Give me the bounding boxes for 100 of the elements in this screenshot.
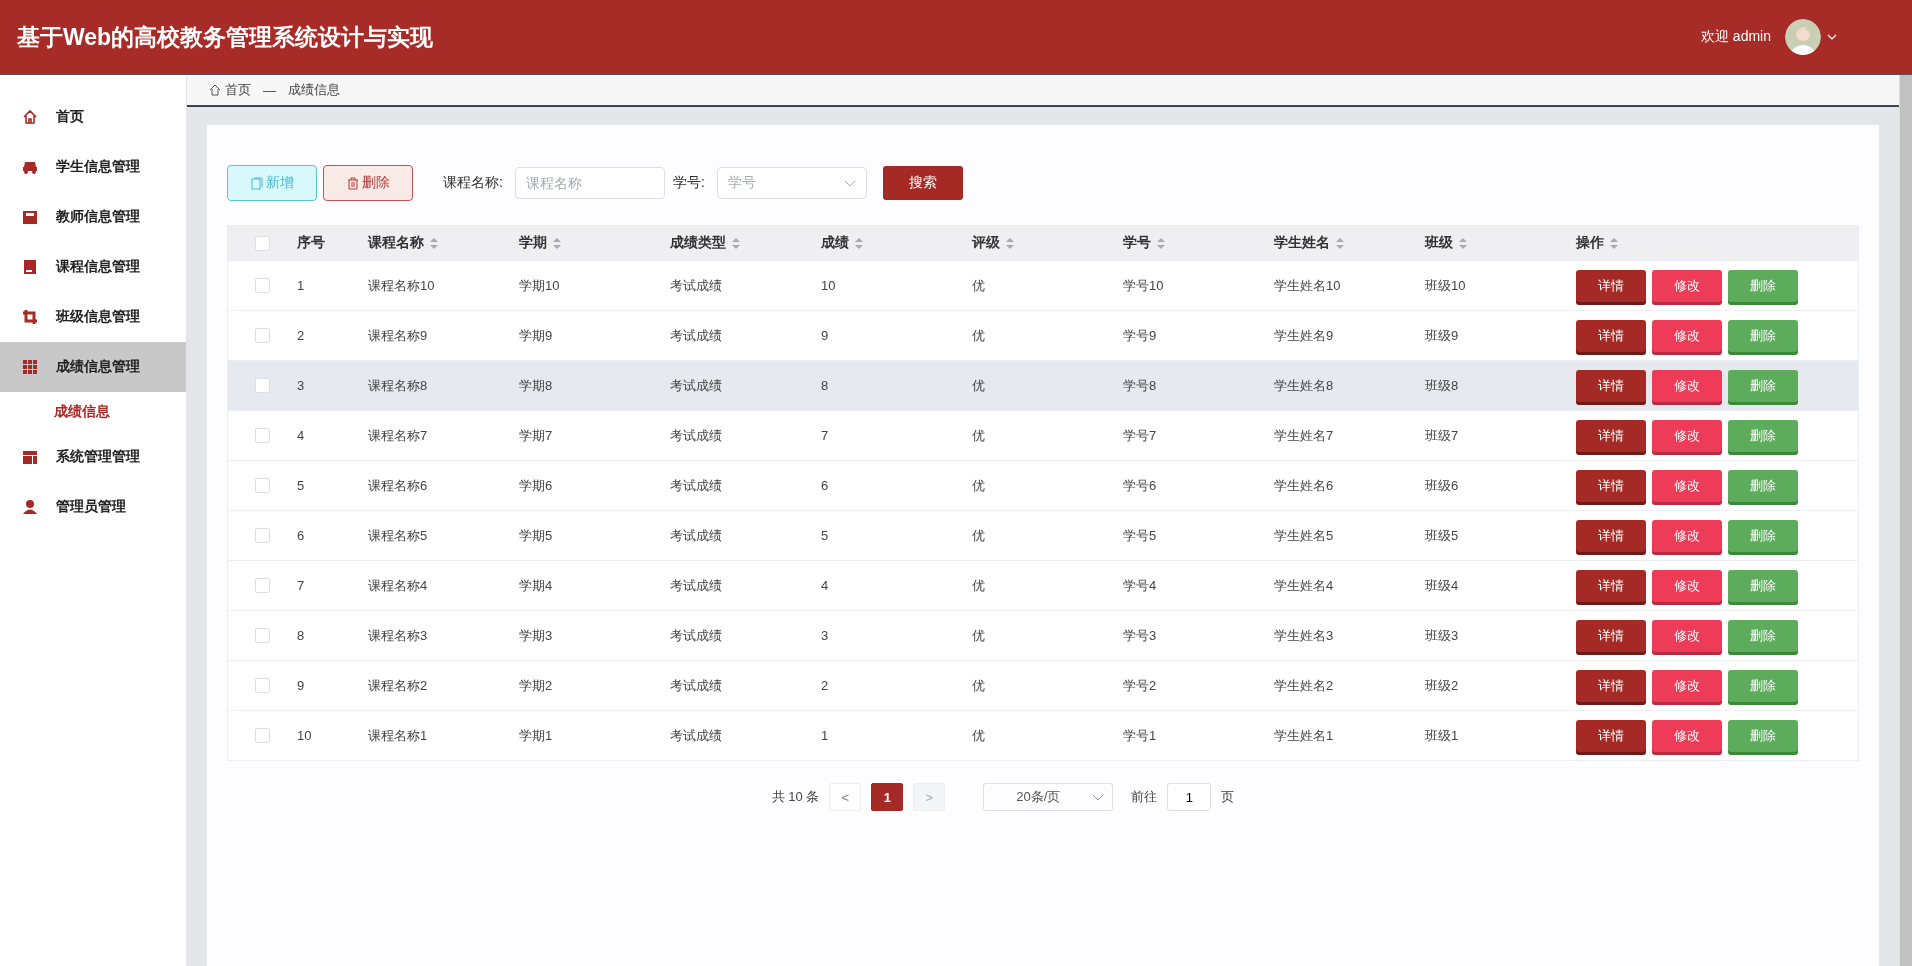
field-label: 学号: <box>672 174 705 192</box>
sort-icon[interactable] <box>1336 237 1344 249</box>
prev-page-button[interactable]: < <box>829 783 862 811</box>
column-header[interactable]: 班级 <box>1423 234 1574 252</box>
avatar-icon[interactable] <box>1785 19 1821 55</box>
table-cell: 10 <box>297 728 312 743</box>
detail-button[interactable]: 详情 <box>1576 369 1646 402</box>
checkbox[interactable] <box>255 578 270 593</box>
table-cell: 学期4 <box>519 576 553 595</box>
caret-icon[interactable] <box>1827 34 1837 40</box>
table-cell: 8 <box>821 378 829 393</box>
table-cell: 班级4 <box>1425 576 1459 595</box>
edit-button[interactable]: 修改 <box>1652 719 1722 752</box>
table-cell: 课程名称4 <box>368 576 428 595</box>
table-cell: 学号5 <box>1123 526 1157 545</box>
edit-button[interactable]: 修改 <box>1652 469 1722 502</box>
sidebar-item[interactable]: 课程信息管理 <box>0 242 186 292</box>
sidebar-item[interactable]: 成绩信息管理 <box>0 342 186 392</box>
detail-button[interactable]: 详情 <box>1576 319 1646 352</box>
table-cell: 1 <box>297 278 305 293</box>
column-header[interactable]: 学生姓名 <box>1272 234 1423 252</box>
edit-button[interactable]: 修改 <box>1652 619 1722 652</box>
detail-button[interactable]: 详情 <box>1576 719 1646 752</box>
table-cell: 学期5 <box>519 526 553 545</box>
sidebar-item[interactable]: 教师信息管理 <box>0 192 186 242</box>
detail-button[interactable]: 详情 <box>1576 419 1646 452</box>
checkbox[interactable] <box>255 728 270 743</box>
welcome-text: 欢迎 admin <box>1700 28 1771 46</box>
edit-button[interactable]: 修改 <box>1652 519 1722 552</box>
table-cell: 学期2 <box>519 676 553 695</box>
page-input[interactable]: 1 <box>1167 783 1212 811</box>
table-cell: 6 <box>297 528 305 543</box>
sort-icon[interactable] <box>855 237 863 249</box>
checkbox[interactable] <box>255 278 270 293</box>
detail-button[interactable]: 详情 <box>1576 619 1646 652</box>
table-cell: 课程名称6 <box>368 476 428 495</box>
table-cell: 学期1 <box>519 726 553 745</box>
grid-icon <box>22 359 38 375</box>
edit-button[interactable]: 修改 <box>1652 669 1722 702</box>
table-cell: 学号2 <box>1123 676 1157 695</box>
detail-button[interactable]: 详情 <box>1576 669 1646 702</box>
delete-button[interactable]: 删除 <box>323 165 413 201</box>
table-cell: 学期10 <box>519 276 560 295</box>
search-button[interactable]: 搜索 <box>882 166 963 200</box>
sidebar-item[interactable]: 管理员管理 <box>0 482 186 532</box>
checkbox[interactable] <box>255 628 270 643</box>
detail-button[interactable]: 详情 <box>1576 519 1646 552</box>
breadcrumb-link[interactable]: 首页 <box>225 81 251 99</box>
page-number[interactable]: 1 <box>871 783 904 811</box>
sort-icon[interactable] <box>1006 237 1014 249</box>
table-cell: 10 <box>821 278 836 293</box>
sort-icon[interactable] <box>1459 237 1467 249</box>
course-name-field[interactable]: 课程名称 <box>514 167 665 199</box>
edit-button[interactable]: 修改 <box>1652 269 1722 302</box>
submenu-item[interactable]: 成绩信息 <box>0 392 186 432</box>
crop-icon <box>22 309 38 325</box>
sort-icon[interactable] <box>430 237 438 249</box>
sidebar-item[interactable]: 系统管理管理 <box>0 432 186 482</box>
table-cell: 班级8 <box>1425 376 1459 395</box>
table-cell: 考试成绩 <box>670 726 722 745</box>
table-cell: 3 <box>821 628 829 643</box>
trash-icon <box>346 176 359 190</box>
scrollbar[interactable] <box>1899 75 1912 966</box>
sort-icon[interactable] <box>1157 237 1165 249</box>
field-label: 课程名称: <box>443 174 503 192</box>
checkbox[interactable] <box>255 328 270 343</box>
sidebar-item[interactable]: 班级信息管理 <box>0 292 186 342</box>
column-header[interactable]: 操作 <box>1574 234 1858 252</box>
detail-button[interactable]: 详情 <box>1576 569 1646 602</box>
column-header[interactable]: 学号 <box>1121 234 1272 252</box>
sidebar-item[interactable]: 首页 <box>0 92 186 142</box>
checkbox[interactable] <box>255 678 270 693</box>
table-cell: 课程名称2 <box>368 676 428 695</box>
checkbox[interactable] <box>255 378 270 393</box>
page-size-select[interactable]: 20条/页 <box>983 783 1114 811</box>
edit-button[interactable]: 修改 <box>1652 419 1722 452</box>
checkbox[interactable] <box>255 528 270 543</box>
checkbox[interactable] <box>255 235 270 251</box>
checkbox[interactable] <box>255 428 270 443</box>
table-cell: 考试成绩 <box>670 626 722 645</box>
column-header[interactable]: 成绩 <box>819 234 970 252</box>
column-header[interactable]: 学期 <box>517 234 668 252</box>
table-cell: 学生姓名3 <box>1274 626 1334 645</box>
edit-button[interactable]: 修改 <box>1652 569 1722 602</box>
sidebar-item[interactable]: 学生信息管理 <box>0 142 186 192</box>
sort-icon[interactable] <box>732 237 740 249</box>
detail-button[interactable]: 详情 <box>1576 269 1646 302</box>
sort-icon[interactable] <box>1610 237 1618 249</box>
edit-button[interactable]: 修改 <box>1652 369 1722 402</box>
edit-button[interactable]: 修改 <box>1652 319 1722 352</box>
table-cell: 学期3 <box>519 626 553 645</box>
column-header[interactable]: 评级 <box>970 234 1121 252</box>
column-header[interactable]: 成绩类型 <box>668 234 819 252</box>
table-cell: 班级2 <box>1425 676 1459 695</box>
home-icon <box>22 109 38 125</box>
column-header[interactable]: 课程名称 <box>366 234 517 252</box>
table-cell: 学生姓名4 <box>1274 576 1334 595</box>
checkbox[interactable] <box>255 478 270 493</box>
sort-icon[interactable] <box>553 237 561 249</box>
detail-button[interactable]: 详情 <box>1576 469 1646 502</box>
